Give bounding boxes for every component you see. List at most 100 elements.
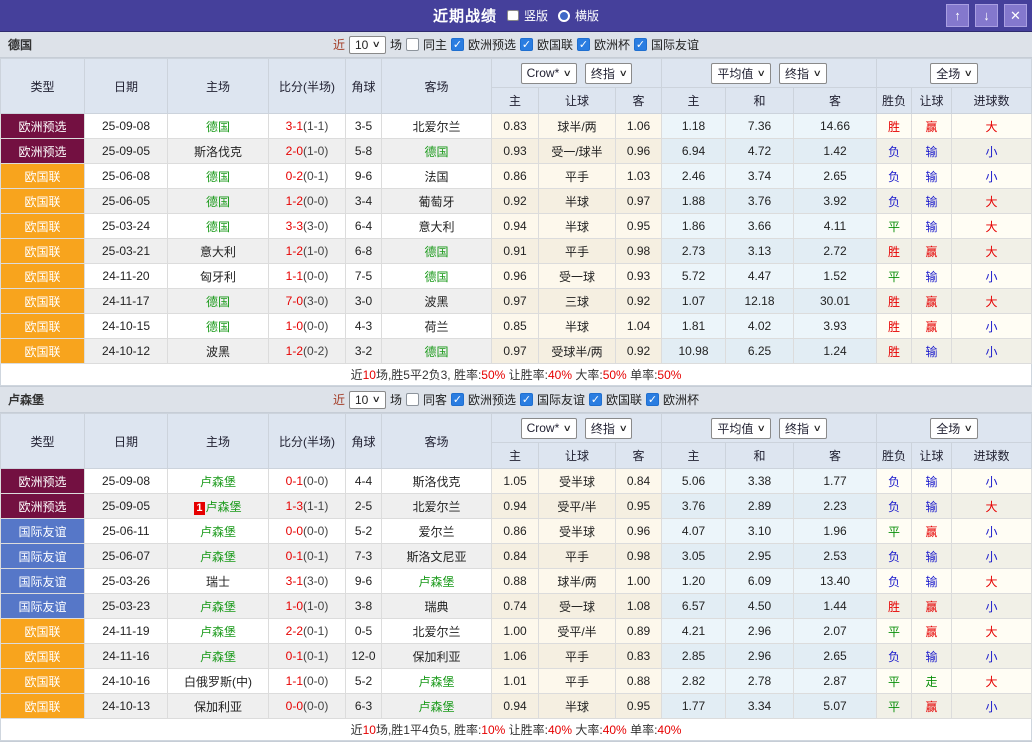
crow-away-odds-cell: 0.92: [616, 339, 662, 364]
same-away-label: 同客: [423, 391, 447, 408]
crow-handicap-cell: 受一球: [539, 264, 616, 289]
bookmaker-value: Crow*: [527, 66, 560, 80]
chevron-down-icon: ∨: [813, 68, 822, 79]
avg-away-odds-cell: 3.93: [794, 314, 877, 339]
league-checkbox-1[interactable]: ✓: [520, 393, 533, 406]
away-team-name: 卢森堡: [418, 700, 454, 714]
team-section-luxembourg: 卢森堡 近 10∨ 场 同客 ✓欧洲预选 ✓国际友谊 ✓欧国联 ✓欧洲杯 类型 …: [0, 387, 1032, 742]
match-count-select[interactable]: 10∨: [349, 391, 386, 409]
fulltime-select[interactable]: 全场∨: [930, 63, 978, 84]
home-team-name: 德国: [206, 195, 230, 209]
move-down-button[interactable]: ↓: [975, 4, 998, 27]
wdl-result-cell: 胜: [877, 314, 912, 339]
avg-away-odds-cell: 1.24: [794, 339, 877, 364]
fulltime-score: 1-1: [286, 674, 303, 688]
away-team-cell: 德国: [382, 239, 492, 264]
home-team-name: 白俄罗斯(中): [184, 675, 252, 689]
match-type-cell: 欧洲预选: [1, 114, 85, 139]
league-checkbox-2[interactable]: ✓: [589, 393, 602, 406]
odds-stage-select-1[interactable]: 终指∨: [585, 418, 633, 439]
bookmaker-value: Crow*: [527, 421, 560, 435]
corner-cell: 4-4: [346, 469, 382, 494]
crow-handicap-cell: 平手: [539, 239, 616, 264]
corner-cell: 6-4: [346, 214, 382, 239]
league-checkbox-3[interactable]: ✓: [646, 393, 659, 406]
wdl-result-cell: 平: [877, 214, 912, 239]
close-button[interactable]: ✕: [1004, 4, 1027, 27]
league-checkbox-2[interactable]: ✓: [577, 38, 590, 51]
match-type-cell: 欧国联: [1, 669, 85, 694]
bookmaker-select[interactable]: Crow*∨: [521, 418, 577, 439]
bookmaker-select[interactable]: Crow*∨: [521, 63, 577, 84]
away-team-name: 波黑: [424, 295, 448, 309]
col-handicap-result: 让球: [912, 88, 952, 114]
score-cell: 1-2(0-0): [269, 189, 346, 214]
match-row: 欧国联24-10-12波黑1-2(0-2)3-2德国0.97受球半/两0.921…: [1, 339, 1032, 364]
crow-home-odds-cell: 0.83: [492, 114, 539, 139]
crow-handicap-cell: 受半球: [539, 469, 616, 494]
average-select[interactable]: 平均值∨: [711, 63, 771, 84]
same-away-checkbox[interactable]: [406, 393, 419, 406]
layout-radio-horizontal[interactable]: 横版: [558, 7, 599, 24]
wdl-result-cell: 胜: [877, 289, 912, 314]
league-label-2: 欧国联: [606, 391, 642, 408]
league-checkbox-0[interactable]: ✓: [451, 38, 464, 51]
fulltime-score: 1-2: [286, 344, 303, 358]
avg-home-odds-cell: 4.21: [662, 619, 726, 644]
layout-radio-vertical[interactable]: 竖版: [507, 7, 548, 24]
fulltime-select[interactable]: 全场∨: [930, 418, 978, 439]
chevron-down-icon: ∨: [757, 423, 766, 434]
handicap-result-cell: 赢: [912, 114, 952, 139]
league-checkbox-3[interactable]: ✓: [634, 38, 647, 51]
home-team-cell: 白俄罗斯(中): [168, 669, 269, 694]
home-team-cell: 德国: [168, 164, 269, 189]
score-cell: 2-2(0-1): [269, 619, 346, 644]
league-checkbox-1[interactable]: ✓: [520, 38, 533, 51]
radio-selected-icon[interactable]: [507, 10, 519, 21]
away-team-name: 意大利: [418, 220, 454, 234]
average-select[interactable]: 平均值∨: [711, 418, 771, 439]
home-team-cell: 德国: [168, 189, 269, 214]
match-row: 欧国联25-06-08德国0-2(0-1)9-6法国0.86平手1.032.46…: [1, 164, 1032, 189]
match-type-cell: 欧国联: [1, 619, 85, 644]
away-team-name: 荷兰: [424, 320, 448, 334]
crow-away-odds-cell: 0.95: [616, 214, 662, 239]
match-row: 欧国联24-10-13保加利亚0-0(0-0)6-3卢森堡0.94半球0.951…: [1, 694, 1032, 719]
crow-handicap-cell: 受一球: [539, 594, 616, 619]
goals-result-cell: 大: [952, 214, 1032, 239]
odds-stage-select-2[interactable]: 终指∨: [779, 418, 827, 439]
avg-draw-odds-cell: 7.36: [726, 114, 794, 139]
away-team-cell: 意大利: [382, 214, 492, 239]
radio-unselected-icon[interactable]: [558, 10, 570, 22]
team-name: 德国: [8, 36, 32, 53]
goals-result-cell: 小: [952, 544, 1032, 569]
league-checkbox-0[interactable]: ✓: [451, 393, 464, 406]
move-up-button[interactable]: ↑: [946, 4, 969, 27]
avg-home-odds-cell: 5.06: [662, 469, 726, 494]
match-count-value: 10: [355, 393, 368, 407]
col-avg-draw: 和: [726, 88, 794, 114]
home-team-cell: 斯洛伐克: [168, 139, 269, 164]
crow-away-odds-cell: 0.92: [616, 289, 662, 314]
match-count-select[interactable]: 10∨: [349, 36, 386, 54]
goals-result-cell: 大: [952, 494, 1032, 519]
wdl-result-cell: 负: [877, 164, 912, 189]
odds-stage-select-1[interactable]: 终指∨: [585, 63, 633, 84]
halftime-score: (1-1): [303, 119, 328, 133]
col-home: 主场: [168, 414, 269, 469]
corner-cell: 6-8: [346, 239, 382, 264]
crow-away-odds-cell: 0.97: [616, 189, 662, 214]
away-team-cell: 德国: [382, 339, 492, 364]
score-cell: 3-1(3-0): [269, 569, 346, 594]
same-home-checkbox[interactable]: [406, 38, 419, 51]
score-cell: 1-0(1-0): [269, 594, 346, 619]
radio-vertical-label: 竖版: [524, 7, 548, 24]
avg-away-odds-cell: 1.96: [794, 519, 877, 544]
avg-away-odds-cell: 1.77: [794, 469, 877, 494]
crow-away-odds-cell: 0.96: [616, 139, 662, 164]
goals-result-cell: 大: [952, 669, 1032, 694]
crow-home-odds-cell: 0.93: [492, 139, 539, 164]
odds-stage-select-2[interactable]: 终指∨: [779, 63, 827, 84]
chevron-down-icon: ∨: [964, 423, 973, 434]
away-team-name: 德国: [424, 245, 448, 259]
